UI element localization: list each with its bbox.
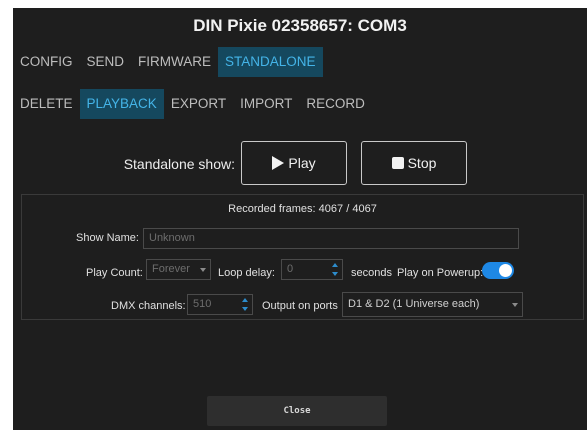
spinner-arrows-icon[interactable]	[331, 262, 339, 277]
output-ports-select[interactable]: D1 & D2 (1 Universe each)	[342, 292, 523, 317]
dmx-channels-spinbox[interactable]: 510	[187, 294, 253, 315]
spinner-arrows-icon[interactable]	[241, 297, 249, 312]
play-count-value: Forever	[152, 263, 190, 275]
seconds-label: seconds	[351, 267, 392, 279]
chevron-down-icon	[200, 268, 206, 272]
standalone-show-label: Standalone show:	[123, 156, 235, 172]
subtab-import[interactable]: IMPORT	[233, 89, 299, 119]
tab-firmware[interactable]: FIRMWARE	[131, 47, 218, 77]
show-name-label: Show Name:	[76, 232, 139, 244]
stop-button[interactable]: Stop	[361, 141, 467, 185]
dmx-channels-label: DMX channels:	[111, 300, 186, 312]
output-ports-label: Output on ports	[262, 300, 338, 312]
play-count-label: Play Count:	[86, 267, 143, 279]
main-tab-bar: CONFIG SEND FIRMWARE STANDALONE	[13, 47, 323, 77]
chevron-down-icon	[512, 303, 518, 307]
close-button[interactable]: Close	[207, 396, 387, 426]
recorded-frames-count: 4067	[318, 203, 344, 215]
subtab-export[interactable]: EXPORT	[164, 89, 233, 119]
output-ports-value: D1 & D2 (1 Universe each)	[348, 298, 480, 310]
toggle-knob	[499, 264, 512, 277]
subtab-delete[interactable]: DELETE	[13, 89, 80, 119]
loop-delay-value: 0	[287, 263, 294, 275]
play-button[interactable]: Play	[241, 141, 347, 185]
subtab-record[interactable]: RECORD	[299, 89, 372, 119]
playback-settings-panel: Recorded frames: 4067 / 4067 Show Name: …	[21, 194, 584, 320]
total-frames-count: 4067	[352, 203, 377, 215]
play-on-powerup-label: Play on Powerup:	[397, 267, 484, 279]
play-count-select[interactable]: Forever	[146, 259, 211, 280]
tab-config[interactable]: CONFIG	[13, 47, 80, 77]
play-on-powerup-toggle[interactable]	[482, 262, 514, 279]
loop-delay-spinbox[interactable]: 0	[281, 259, 343, 280]
play-button-label: Play	[288, 155, 316, 171]
recorded-frames-label: Recorded frames:	[228, 203, 316, 215]
subtab-playback[interactable]: PLAYBACK	[79, 89, 164, 119]
tab-standalone[interactable]: STANDALONE	[218, 47, 323, 77]
show-name-input[interactable]: Unknown	[143, 228, 519, 249]
stop-icon	[391, 157, 404, 169]
sub-tab-bar: DELETE PLAYBACK EXPORT IMPORT RECORD	[13, 89, 372, 119]
play-icon	[272, 156, 285, 170]
tab-send[interactable]: SEND	[80, 47, 132, 77]
stop-button-label: Stop	[407, 155, 437, 171]
dmx-channels-value: 510	[193, 298, 212, 310]
window-title: DIN Pixie 02358657: COM3	[193, 16, 407, 35]
frames-separator: /	[346, 203, 350, 215]
loop-delay-label: Loop delay:	[218, 267, 275, 279]
recorded-frames-readout: Recorded frames: 4067 / 4067	[22, 203, 583, 215]
dialog-window: DIN Pixie 02358657: COM3 CONFIG SEND FIR…	[13, 8, 587, 430]
